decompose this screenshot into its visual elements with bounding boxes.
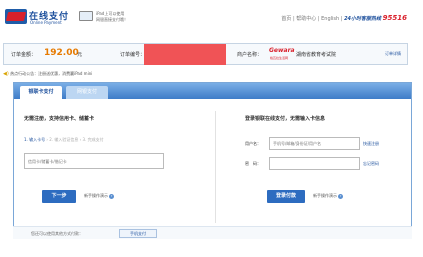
section-divider xyxy=(215,111,216,223)
nav-english-link[interactable]: English xyxy=(321,16,339,22)
order-info-bar: 订单金额： 192.00 元 订单编号： 商户名称： Gewara 格瓦拉生活网… xyxy=(3,43,408,65)
card-pay-steps: 1. 输入卡号 › 2. 输入验证信息 › 3. 完成支付 xyxy=(24,137,104,142)
password-input[interactable] xyxy=(269,157,360,170)
step-2: 2. 输入验证信息 xyxy=(49,137,79,142)
card-guide-link[interactable]: 新手操作演示? xyxy=(84,193,114,199)
other-payment-text: 您还可以使用其他方式付款： xyxy=(31,231,83,236)
nav-help-link[interactable]: 帮助中心 xyxy=(296,16,316,22)
card-guide-label: 新手操作演示 xyxy=(84,193,108,198)
tab-online-banking[interactable]: 网银支付 xyxy=(66,86,108,99)
hotline-number: 95516 xyxy=(382,14,407,22)
card-pay-title: 无需注册，支持信用卡、储蓄卡 xyxy=(24,116,95,122)
forgot-password-link[interactable]: 忘记密码 xyxy=(363,161,379,167)
username-label: 用户名： xyxy=(245,141,261,146)
ipad-icon xyxy=(79,11,93,21)
ipad-promo-line2: 网银直接支付哦！ xyxy=(96,17,128,22)
login-pay-button[interactable]: 登录付款 xyxy=(267,190,305,203)
merchant-logo: Gewara xyxy=(269,47,295,54)
merchant-label: 商户名称： xyxy=(237,52,263,58)
login-guide-link[interactable]: 新手操作演示? xyxy=(313,193,343,199)
speaker-icon: ◀) xyxy=(3,71,9,77)
next-button[interactable]: 下一步 xyxy=(42,190,76,203)
order-detail-link[interactable]: 订单详情 xyxy=(385,51,401,57)
order-number-label: 订单编号： xyxy=(120,52,146,58)
merchant-name: 湖南省教育考试院 xyxy=(296,52,337,58)
top-links: 首页 | 帮助中心 | English | 24小时客服热线 95516 xyxy=(281,14,407,22)
notice-bar: ◀) 热点行动公告：注册送优惠，消费赢iPad mini xyxy=(3,71,92,77)
login-guide-label: 新手操作演示 xyxy=(313,193,337,198)
currency-unit: 元 xyxy=(77,52,83,58)
tab-unionpay-card[interactable]: 银联卡支付 xyxy=(20,86,62,99)
card-number-input[interactable] xyxy=(24,153,164,169)
notice-text[interactable]: 热点行动公告：注册送优惠，消费赢iPad mini xyxy=(10,71,92,76)
mobile-pay-button[interactable]: 手机支付 xyxy=(119,229,157,238)
unionpay-logo-icon[interactable] xyxy=(5,9,27,24)
login-pay-title: 登录银联在线支付，无需输入卡信息 xyxy=(245,116,326,122)
merchant-logo-sub: 格瓦拉生活网 xyxy=(270,56,289,60)
other-payment-bar: 您还可以使用其他方式付款： 手机支付 xyxy=(13,226,412,239)
step-3: 3. 完成支付 xyxy=(82,137,104,142)
password-label: 密 码： xyxy=(245,161,261,166)
quick-register-link[interactable]: 快速注册 xyxy=(363,141,379,147)
order-amount: 192.00 xyxy=(44,48,79,58)
amount-label: 订单金额： xyxy=(11,52,37,58)
payment-tabs: 银联卡支付 网银支付 xyxy=(14,83,411,99)
payment-panel: 银联卡支付 网银支付 无需注册，支持信用卡、储蓄卡 1. 输入卡号 › 2. 输… xyxy=(13,82,412,238)
hotline-label: 24小时客服热线 xyxy=(344,16,382,22)
header: 在线支付 Online Payment iPad上可以使用 网银直接支付哦！ 首… xyxy=(0,0,423,32)
help-icon: ? xyxy=(109,194,114,199)
username-input[interactable] xyxy=(269,137,360,150)
help-icon: ? xyxy=(338,194,343,199)
nav-home-link[interactable]: 首页 xyxy=(281,16,291,22)
redacted-order-number xyxy=(144,44,226,65)
step-1: 1. 输入卡号 xyxy=(24,137,46,142)
logo-subtitle: Online Payment xyxy=(30,20,62,25)
